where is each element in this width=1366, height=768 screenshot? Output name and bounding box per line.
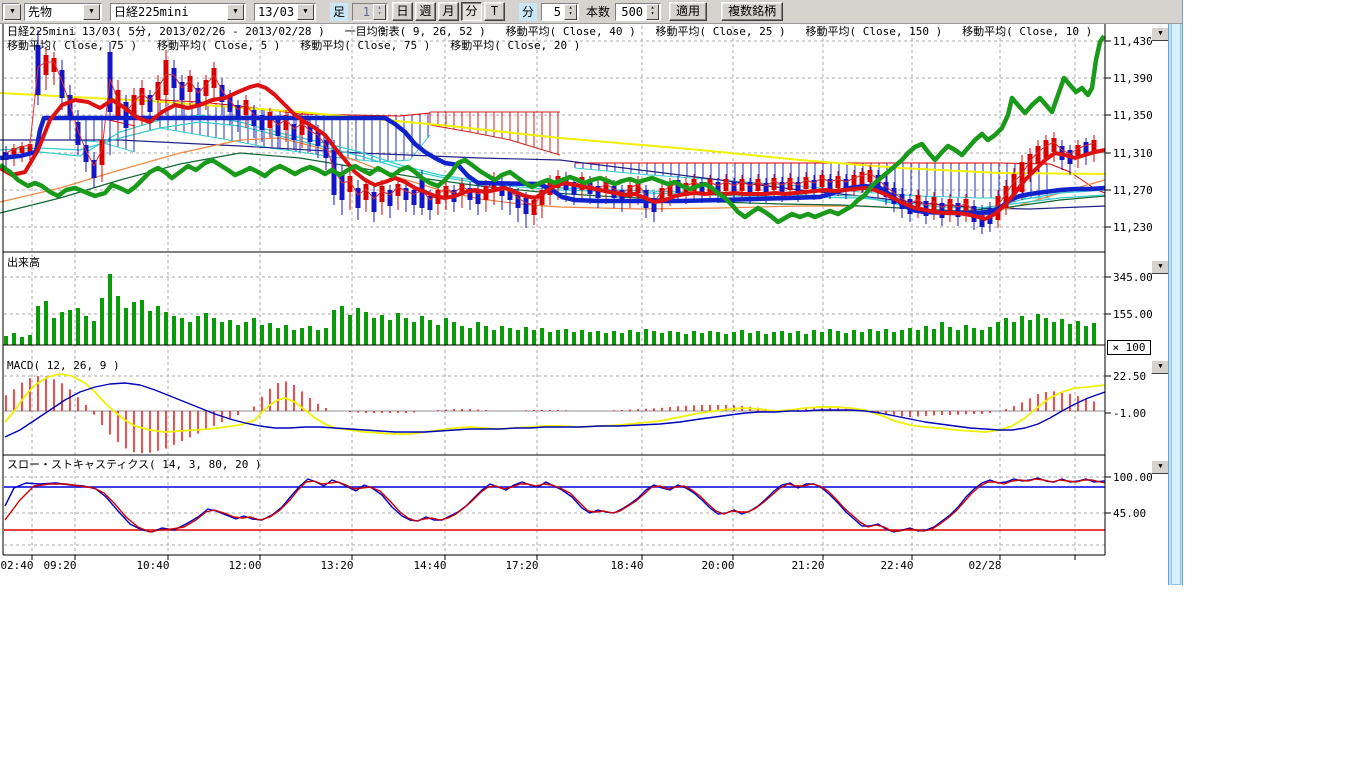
x-axis-time-label: 18:40: [604, 559, 650, 572]
stoch-axis-label: 100.00: [1113, 471, 1153, 484]
dropdown-arrow-icon[interactable]: ▼: [227, 4, 244, 20]
main-axis-label: 11,390: [1113, 72, 1153, 85]
macd-panel-label: MACD( 12, 26, 9 ): [7, 359, 120, 372]
dropdown-arrow-icon[interactable]: ▼: [297, 4, 314, 20]
mini-combo[interactable]: ▼: [2, 3, 20, 21]
volume-axis-label: 345.00: [1113, 271, 1153, 284]
bar-count-value: 500: [616, 5, 645, 19]
scrollbar-thumb[interactable]: [1171, 1, 1181, 585]
x-axis-time-label: 02:40: [0, 559, 40, 572]
minute-interval-value: 5: [542, 5, 563, 19]
x-axis-time-label: 12:00: [222, 559, 268, 572]
instrument-value: 日経225mini: [111, 3, 226, 20]
apply-button[interactable]: 適用: [669, 2, 707, 21]
contract-month-combo[interactable]: 13/03 ▼: [254, 3, 316, 21]
macd-axis-label: 22.50: [1113, 370, 1146, 383]
dropdown-arrow-icon[interactable]: ▼: [4, 4, 21, 20]
bar-type-label: 足: [330, 3, 348, 21]
main-axis-label: 11,350: [1113, 109, 1153, 122]
minute-label: 分: [519, 3, 537, 21]
x-axis-time-label: 13:20: [314, 559, 360, 572]
vertical-scrollbar[interactable]: [1168, 0, 1183, 585]
main-axis-label: 11,230: [1113, 221, 1153, 234]
volume-multiplier-box: × 100: [1107, 340, 1151, 355]
minute-interval-spinner[interactable]: 5 ▴▾: [541, 3, 579, 21]
instrument-type-combo[interactable]: 先物 ▼: [24, 3, 102, 21]
bar-count-spinner[interactable]: 500 ▴▾: [615, 3, 661, 21]
bar-interval-value: 1: [353, 5, 372, 19]
x-axis-time-label: 09:20: [37, 559, 83, 572]
stoch-axis-label: 45.00: [1113, 507, 1146, 520]
toolbar: ▼ 先物 ▼ 日経225mini ▼ 13/03 ▼ 足 1 ▴▾ 日 週 月 …: [0, 0, 1182, 24]
volume-panel-label: 出来高: [7, 256, 40, 269]
daily-bar-button[interactable]: 日: [392, 2, 413, 21]
macd-axis-label: -1.00: [1113, 407, 1146, 420]
tick-bar-button[interactable]: T: [484, 2, 505, 21]
chart-plot: [0, 0, 1186, 590]
contract-month-value: 13/03: [255, 5, 296, 19]
x-axis-time-label: 21:20: [785, 559, 831, 572]
chart-legend-line1: 日経225mini 13/03( 5分, 2013/02/26 - 2013/0…: [7, 25, 1092, 38]
weekly-bar-button[interactable]: 週: [415, 2, 436, 21]
chart-area: 日経225mini 13/03( 5分, 2013/02/26 - 2013/0…: [0, 0, 1366, 768]
x-axis-time-label: 20:00: [695, 559, 741, 572]
x-axis-time-label: 02/28: [962, 559, 1008, 572]
main-axis-label: 11,430: [1113, 35, 1153, 48]
monthly-bar-button[interactable]: 月: [438, 2, 459, 21]
x-axis-time-label: 17:20: [499, 559, 545, 572]
instrument-combo[interactable]: 日経225mini ▼: [110, 3, 246, 21]
x-axis-time-label: 14:40: [407, 559, 453, 572]
x-axis-time-label: 22:40: [874, 559, 920, 572]
main-axis-label: 11,270: [1113, 184, 1153, 197]
bar-count-label: 本数: [583, 3, 613, 21]
minute-bar-button[interactable]: 分: [461, 2, 482, 21]
chart-legend-line2: 移動平均( Close, 75 ) 移動平均( Close, 5 ) 移動平均(…: [7, 39, 580, 52]
dropdown-arrow-icon[interactable]: ▼: [83, 4, 100, 20]
spinner-up-down-icon[interactable]: ▴▾: [373, 4, 386, 20]
trading-app-window: 日経225mini 13/03( 5分, 2013/02/26 - 2013/0…: [0, 0, 1366, 768]
volume-axis-label: 155.00: [1113, 308, 1153, 321]
main-axis-label: 11,310: [1113, 147, 1153, 160]
spinner-up-down-icon[interactable]: ▴▾: [564, 4, 577, 20]
stochastics-panel-label: スロー・ストキャスティクス( 14, 3, 80, 20 ): [7, 458, 262, 471]
x-axis-time-label: 10:40: [130, 559, 176, 572]
multi-symbol-button[interactable]: 複数銘柄: [721, 2, 783, 21]
spinner-up-down-icon[interactable]: ▴▾: [646, 4, 659, 20]
bar-interval-spinner[interactable]: 1 ▴▾: [352, 3, 388, 21]
instrument-type-value: 先物: [25, 3, 82, 20]
